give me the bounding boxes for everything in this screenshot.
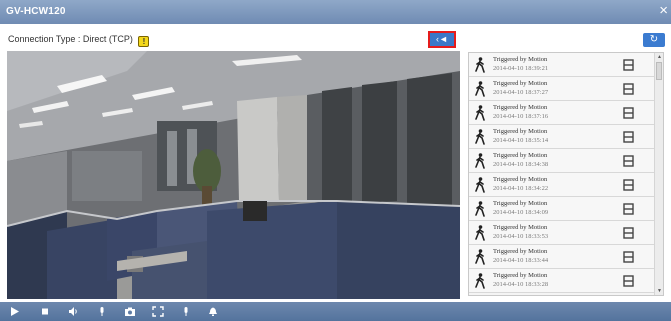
warning-icon[interactable]: ! — [138, 36, 150, 47]
scroll-up-icon[interactable]: ▲ — [656, 54, 663, 60]
event-row[interactable]: Triggered by Motion 2014-04-10 18:34:09 — [469, 197, 655, 221]
motion-person-icon — [475, 57, 485, 73]
fullscreen-icon[interactable] — [152, 306, 164, 317]
connection-type-label: Connection Type : Direct (TCP) — [8, 34, 133, 44]
event-row[interactable]: Triggered by Motion 2014-04-10 18:34:38 — [469, 149, 655, 173]
microphone-talk-icon[interactable] — [180, 306, 192, 317]
playback-clip-icon[interactable] — [623, 251, 634, 263]
alarm-bell-icon[interactable] — [207, 306, 219, 317]
event-list-scrollbar[interactable]: ▲ ▼ — [654, 53, 663, 295]
title-bar: GV-HCW120 × — [0, 0, 671, 24]
control-bar — [0, 302, 671, 321]
camera-snapshot-icon[interactable] — [124, 306, 136, 317]
playback-clip-icon[interactable] — [623, 83, 634, 95]
window-title: GV-HCW120 — [6, 6, 66, 17]
event-type: Triggered by Motion — [493, 176, 548, 183]
play-icon[interactable] — [9, 306, 21, 317]
microphone-icon[interactable] — [96, 306, 108, 317]
playback-clip-icon[interactable] — [623, 59, 634, 71]
event-type: Triggered by Motion — [493, 104, 548, 111]
scroll-down-icon[interactable]: ▼ — [656, 288, 663, 294]
event-list-panel: Triggered by Motion 2014-04-10 18:39:21 Tr… — [468, 52, 664, 296]
playback-clip-icon[interactable] — [623, 131, 634, 143]
event-time: 2014-04-10 18:39:21 — [493, 65, 549, 72]
motion-person-icon — [475, 81, 485, 97]
playback-clip-icon[interactable] — [623, 179, 634, 191]
refresh-button[interactable]: ↻ — [643, 33, 665, 47]
event-list: Triggered by Motion 2014-04-10 18:39:21 Tr… — [469, 53, 655, 293]
event-time: 2014-04-10 18:34:09 — [493, 209, 549, 216]
event-type: Triggered by Motion — [493, 152, 548, 159]
event-row[interactable]: Triggered by Motion 2014-04-10 18:39:21 — [469, 53, 655, 77]
motion-person-icon — [475, 225, 485, 241]
event-time: 2014-04-10 18:33:53 — [493, 233, 549, 240]
event-time: 2014-04-10 18:34:22 — [493, 185, 549, 192]
connection-type: Connection Type : Direct (TCP) ! — [8, 34, 150, 47]
event-time: 2014-04-10 18:35:14 — [493, 137, 549, 144]
motion-person-icon — [475, 129, 485, 145]
camera-feed-image — [7, 51, 460, 299]
event-time: 2014-04-10 18:33:28 — [493, 281, 549, 288]
stop-icon[interactable] — [39, 306, 51, 317]
close-icon[interactable]: × — [659, 2, 668, 20]
motion-person-icon — [475, 273, 485, 289]
event-type: Triggered by Motion — [493, 128, 548, 135]
collapse-event-list-button[interactable]: ‹◄ — [428, 31, 456, 48]
event-row[interactable]: Triggered by Motion 2014-04-10 18:33:53 — [469, 221, 655, 245]
event-row[interactable]: Triggered by Motion 2014-04-10 18:33:28 — [469, 269, 655, 293]
playback-clip-icon[interactable] — [623, 155, 634, 167]
motion-person-icon — [475, 153, 485, 169]
event-time: 2014-04-10 18:37:27 — [493, 89, 549, 96]
event-row[interactable]: Triggered by Motion 2014-04-10 18:33:44 — [469, 245, 655, 269]
playback-clip-icon[interactable] — [623, 203, 634, 215]
event-type: Triggered by Motion — [493, 56, 548, 63]
event-time: 2014-04-10 18:33:44 — [493, 257, 549, 264]
event-type: Triggered by Motion — [493, 248, 548, 255]
event-time: 2014-04-10 18:37:16 — [493, 113, 549, 120]
event-row[interactable]: Triggered by Motion 2014-04-10 18:35:14 — [469, 125, 655, 149]
event-type: Triggered by Motion — [493, 200, 548, 207]
scroll-thumb[interactable] — [656, 62, 662, 80]
event-row[interactable]: Triggered by Motion 2014-04-10 18:37:16 — [469, 101, 655, 125]
event-row[interactable]: Triggered by Motion 2014-04-10 18:34:22 — [469, 173, 655, 197]
event-type: Triggered by Motion — [493, 224, 548, 231]
live-video-view[interactable] — [7, 51, 460, 299]
playback-clip-icon[interactable] — [623, 275, 634, 287]
motion-person-icon — [475, 249, 485, 265]
playback-clip-icon[interactable] — [623, 107, 634, 119]
event-type: Triggered by Motion — [493, 272, 548, 279]
event-time: 2014-04-10 18:34:38 — [493, 161, 549, 168]
event-type: Triggered by Motion — [493, 80, 548, 87]
playback-clip-icon[interactable] — [623, 227, 634, 239]
event-row[interactable]: Triggered by Motion 2014-04-10 18:37:27 — [469, 77, 655, 101]
motion-person-icon — [475, 105, 485, 121]
motion-person-icon — [475, 201, 485, 217]
speaker-icon[interactable] — [67, 306, 79, 317]
motion-person-icon — [475, 177, 485, 193]
